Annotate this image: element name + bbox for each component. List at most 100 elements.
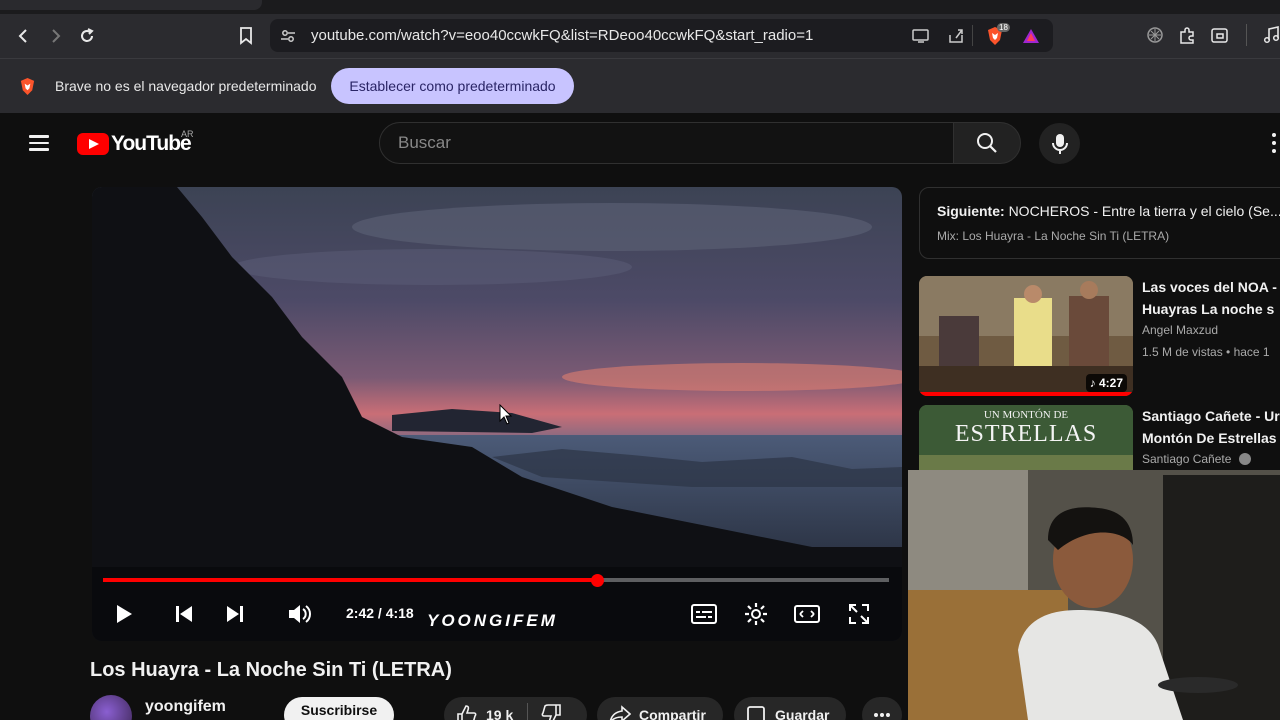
brave-rewards-icon[interactable] — [1022, 28, 1040, 44]
next-button[interactable] — [220, 599, 250, 629]
recommendation-title[interactable]: Santiago Cañete - Ur Montón De Estrellas — [1142, 405, 1280, 449]
dislike-button[interactable] — [540, 703, 562, 720]
bookmark-icon — [240, 27, 252, 45]
save-label: Guardar — [775, 707, 830, 720]
recommendation-channel: Angel Maxzud — [1142, 323, 1219, 337]
screen: youtube.com/watch?v=eoo40ccwkFQ&list=RDe… — [0, 0, 1280, 720]
share-label: Compartir — [639, 707, 706, 720]
media-control-icon[interactable] — [1262, 26, 1280, 44]
scrubber-handle[interactable] — [590, 574, 604, 587]
country-code: AR — [181, 129, 194, 139]
mouse-cursor-icon — [499, 404, 513, 425]
share-page-icon[interactable] — [947, 27, 965, 44]
site-settings-icon[interactable] — [280, 28, 296, 44]
youtube-logo[interactable]: YouTube — [77, 132, 192, 156]
back-button[interactable] — [10, 22, 38, 50]
save-button[interactable]: Guardar — [734, 697, 846, 720]
search-button[interactable] — [953, 122, 1021, 164]
like-button[interactable]: 19 k — [444, 704, 513, 720]
thumbnail-text-top: UN MONTÓN DE — [983, 409, 1069, 421]
subscribe-button[interactable]: Suscribirse — [284, 697, 394, 720]
youtube-play-icon — [77, 133, 109, 155]
recommendation-channel: Santiago Cañete — [1142, 452, 1251, 466]
shields-count-badge: 18 — [997, 23, 1010, 32]
up-next-title: Siguiente: NOCHEROS - Entre la tierra y … — [937, 203, 1280, 219]
search-icon — [977, 133, 997, 153]
cast-icon[interactable] — [912, 28, 930, 44]
volume-button[interactable] — [285, 599, 315, 629]
recommendation-item[interactable]: ♪ 4:27 Las voces del NOA - Huayras La no… — [919, 276, 1280, 396]
microphone-icon — [1051, 133, 1068, 154]
search-box[interactable] — [379, 122, 954, 164]
bookmark-button[interactable] — [232, 22, 260, 50]
progress-bar[interactable] — [103, 574, 889, 587]
more-actions-button[interactable] — [862, 697, 902, 720]
menu-button[interactable] — [24, 131, 54, 157]
like-dislike-group: 19 k — [444, 697, 587, 720]
time-display: 2:42 / 4:18 — [346, 605, 414, 621]
search-input[interactable] — [380, 123, 953, 163]
wallet-icon[interactable] — [1210, 26, 1229, 44]
divider — [527, 703, 529, 720]
video-thumbnail[interactable]: ♪ 4:27 — [919, 276, 1133, 396]
divider — [1246, 24, 1247, 46]
video-frame — [92, 187, 902, 641]
active-tab[interactable] — [0, 0, 262, 10]
divider — [972, 25, 973, 46]
forward-button[interactable] — [41, 22, 69, 50]
channel-avatar[interactable] — [90, 695, 132, 720]
up-next-label: Siguiente: — [937, 203, 1005, 219]
default-browser-infobar: Brave no es el navegador predeterminado … — [0, 58, 1280, 113]
voice-search-button[interactable] — [1039, 123, 1080, 164]
extensions-icon[interactable] — [1178, 26, 1197, 45]
more-vert-icon — [1272, 133, 1276, 137]
skip-previous-icon — [176, 606, 192, 622]
more-horiz-icon — [874, 713, 890, 717]
thumbs-down-icon — [541, 703, 562, 720]
more-options-button[interactable] — [1268, 133, 1280, 155]
set-default-button[interactable]: Establecer como predeterminado — [331, 68, 574, 104]
fullscreen-icon — [849, 604, 869, 624]
skip-next-icon — [227, 606, 243, 622]
webcam-image — [908, 470, 1280, 720]
subtitles-button[interactable] — [689, 599, 719, 629]
youtube-header: YouTube AR — [0, 113, 1280, 175]
video-watermark: YOONGIFEM — [427, 611, 558, 630]
recommendation-title[interactable]: Las voces del NOA - Huayras La noche s — [1142, 276, 1280, 320]
volume-icon — [289, 605, 311, 623]
gear-icon — [745, 603, 767, 625]
settings-button[interactable] — [741, 599, 771, 629]
hamburger-icon — [29, 135, 49, 138]
webcam-overlay — [908, 470, 1280, 720]
progress-fill — [103, 578, 597, 582]
fullscreen-button[interactable] — [844, 599, 874, 629]
forward-arrow-icon — [52, 29, 61, 43]
video-title: Los Huayra - La Noche Sin Ti (LETRA) — [90, 659, 452, 681]
reload-icon — [81, 28, 94, 42]
play-icon — [117, 605, 132, 623]
theater-mode-button[interactable] — [792, 599, 822, 629]
tab-strip — [0, 0, 1280, 14]
back-arrow-icon — [18, 29, 27, 43]
share-button[interactable]: Compartir — [597, 697, 723, 720]
up-next-video-title: NOCHEROS - Entre la tierra y el cielo (S… — [1008, 203, 1280, 219]
video-player[interactable]: 2:42 / 4:18 YOONGIFEM — [92, 187, 902, 641]
recommendation-stats: 1.5 M de vistas • hace 1 — [1142, 345, 1270, 359]
url-text[interactable]: youtube.com/watch?v=eoo40ccwkFQ&list=RDe… — [311, 27, 813, 44]
subtitles-icon — [691, 604, 717, 624]
up-next-card[interactable]: Siguiente: NOCHEROS - Entre la tierra y … — [919, 187, 1280, 259]
browser-toolbar: youtube.com/watch?v=eoo40ccwkFQ&list=RDe… — [0, 14, 1280, 58]
leo-ai-icon[interactable] — [1146, 26, 1164, 44]
logo-text: YouTube — [111, 132, 192, 155]
channel-name[interactable]: yoongifem — [145, 698, 226, 716]
address-bar[interactable]: youtube.com/watch?v=eoo40ccwkFQ&list=RDe… — [270, 19, 1053, 52]
like-count: 19 k — [486, 707, 514, 720]
thumbs-up-icon — [457, 705, 477, 720]
share-icon — [609, 705, 631, 720]
theater-icon — [794, 605, 820, 623]
mix-label: Mix: Los Huayra - La Noche Sin Ti (LETRA… — [937, 229, 1170, 243]
reload-button[interactable] — [73, 22, 101, 50]
play-button[interactable] — [109, 599, 139, 629]
duration-badge: ♪ 4:27 — [1085, 374, 1127, 392]
previous-button[interactable] — [169, 599, 199, 629]
